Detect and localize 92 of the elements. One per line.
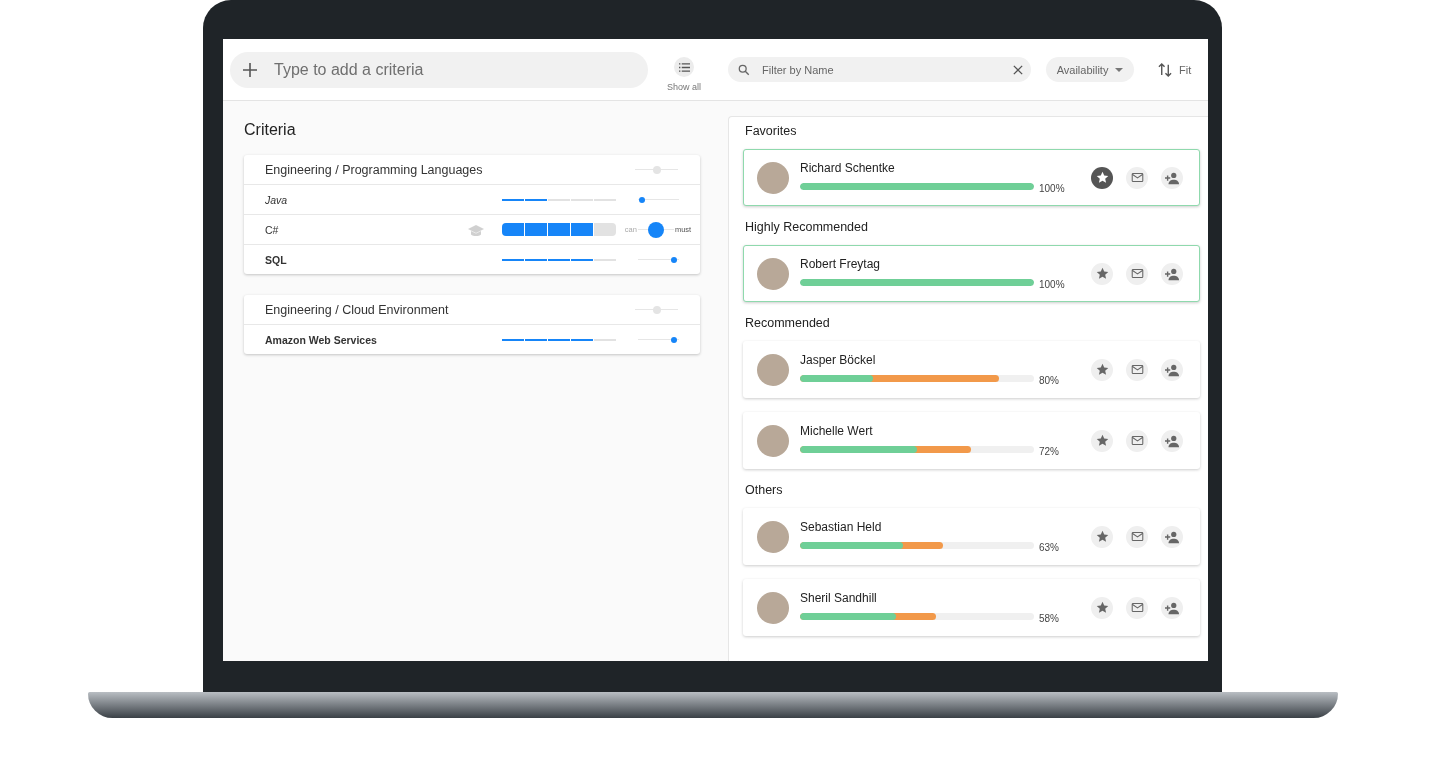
match-percentage: 58%: [1039, 613, 1059, 624]
candidate-name: Jasper Böckel: [800, 353, 877, 367]
section-heading: Recommended: [745, 316, 831, 330]
availability-dropdown[interactable]: Availability: [1046, 57, 1135, 82]
star-icon: [1095, 363, 1109, 376]
candidate-name: Robert Freytag: [800, 257, 882, 271]
group-title: Engineering / Programming Languages: [265, 162, 484, 177]
favorite-button[interactable]: [1091, 262, 1113, 285]
email-button[interactable]: [1126, 525, 1148, 548]
match-percentage: 100%: [1039, 183, 1065, 194]
importance-slider[interactable]: [637, 336, 679, 343]
add-person-icon: [1165, 600, 1179, 615]
add-person-icon: [1165, 362, 1179, 377]
criteria-input[interactable]: Type to add a criteria: [272, 59, 636, 80]
section-heading: Others: [745, 483, 784, 497]
candidate-card[interactable]: Sebastian Held 63%: [743, 508, 1200, 565]
graduation-cap-icon: [468, 223, 484, 236]
add-person-button[interactable]: [1161, 525, 1183, 548]
criterion-name: Amazon Web Services: [265, 333, 378, 346]
search-icon: [738, 63, 751, 76]
mail-icon: [1130, 530, 1144, 543]
match-percentage: 100%: [1039, 279, 1065, 290]
email-button[interactable]: [1126, 358, 1148, 381]
mail-icon: [1130, 601, 1144, 614]
candidate-name: Sebastian Held: [800, 520, 883, 534]
filter-field[interactable]: Filter by Name: [728, 57, 1032, 82]
add-person-icon: [1165, 529, 1179, 544]
favorite-button[interactable]: [1091, 429, 1113, 452]
importance-slider[interactable]: [637, 196, 679, 203]
add-person-button[interactable]: [1161, 596, 1183, 619]
mail-icon: [1130, 363, 1144, 376]
candidate-name: Sheril Sandhill: [800, 591, 878, 605]
favorite-button[interactable]: [1091, 596, 1113, 619]
candidate-card[interactable]: Richard Schentke 100%: [743, 149, 1200, 206]
add-person-button[interactable]: [1161, 166, 1183, 189]
caret-icon: [1115, 67, 1124, 72]
sort-button[interactable]: Fit: [1158, 62, 1192, 77]
email-button[interactable]: [1126, 166, 1148, 189]
candidate-card[interactable]: Sheril Sandhill 58%: [743, 579, 1200, 636]
match-percentage: 72%: [1039, 446, 1059, 457]
add-person-icon: [1165, 433, 1179, 448]
section-heading: Favorites: [745, 124, 798, 138]
avatar: [757, 161, 789, 194]
plus-icon: [242, 61, 258, 78]
criterion-name: SQL: [265, 253, 288, 266]
criterion-name: Java: [265, 193, 289, 206]
email-button[interactable]: [1126, 262, 1148, 285]
sort-arrows-icon: [1158, 62, 1173, 77]
criteria-heading: Criteria: [244, 121, 297, 139]
skill-level-bar[interactable]: [502, 223, 616, 236]
section-heading: Highly Recommended: [745, 220, 869, 234]
skill-level-bar[interactable]: [502, 258, 616, 261]
star-icon: [1095, 267, 1109, 280]
add-person-button[interactable]: [1161, 262, 1183, 285]
mail-icon: [1130, 171, 1144, 184]
mail-icon: [1130, 434, 1144, 447]
group-title: Engineering / Cloud Environment: [265, 302, 450, 317]
candidate-name: Richard Schentke: [800, 161, 896, 175]
criteria-field[interactable]: Type to add a criteria: [230, 51, 648, 88]
skill-level-bar[interactable]: [502, 338, 616, 341]
avatar: [757, 257, 789, 290]
star-icon: [1095, 434, 1109, 447]
add-person-button[interactable]: [1161, 429, 1183, 452]
email-button[interactable]: [1126, 429, 1148, 452]
match-percentage: 63%: [1039, 542, 1059, 553]
favorite-button[interactable]: [1091, 525, 1113, 548]
criterion-name: C#: [265, 223, 280, 236]
avatar: [757, 353, 789, 386]
mail-icon: [1130, 267, 1144, 280]
favorite-button[interactable]: [1091, 166, 1113, 189]
filter-input[interactable]: Filter by Name: [760, 62, 1014, 77]
add-person-icon: [1165, 266, 1179, 281]
star-icon: [1095, 601, 1109, 614]
star-icon: [1095, 530, 1109, 543]
add-person-icon: [1165, 170, 1179, 185]
candidate-name: Michelle Wert: [800, 424, 874, 438]
candidate-card[interactable]: Michelle Wert 72%: [743, 412, 1200, 469]
favorite-button[interactable]: [1091, 358, 1113, 381]
email-button[interactable]: [1126, 596, 1148, 619]
skill-level-bar[interactable]: [502, 198, 616, 201]
candidate-card[interactable]: Robert Freytag 100%: [743, 245, 1200, 302]
close-icon: [1013, 64, 1024, 75]
importance-slider[interactable]: [637, 256, 679, 263]
avatar: [757, 424, 789, 457]
add-person-button[interactable]: [1161, 358, 1183, 381]
star-icon: [1095, 171, 1109, 184]
avatar: [757, 591, 789, 624]
candidate-card[interactable]: Jasper Böckel 80%: [743, 341, 1200, 398]
avatar: [757, 520, 789, 553]
list-icon: [677, 61, 691, 73]
show-all-button[interactable]: Show all: [667, 57, 702, 92]
match-percentage: 80%: [1039, 375, 1059, 386]
